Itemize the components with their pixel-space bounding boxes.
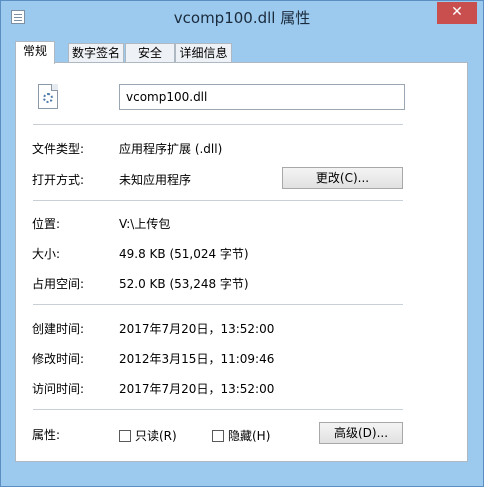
readonly-checkbox[interactable]: 只读(R) <box>119 427 177 444</box>
open-with-label: 打开方式: <box>32 173 85 187</box>
size-on-disk-value: 52.0 KB (53,248 字节) <box>119 277 249 291</box>
dll-file-icon <box>38 84 58 109</box>
file-type-value: 应用程序扩展 (.dll) <box>119 142 223 156</box>
modified-value: 2012年3月15日，11:09:46 <box>119 352 275 366</box>
properties-window: vcomp100.dll 属性 ✕ 常规 数字签名 安全 详细信息 文件类型: … <box>0 0 484 487</box>
modified-label: 修改时间: <box>32 352 85 366</box>
general-panel: 文件类型: 应用程序扩展 (.dll) 打开方式: 未知应用程序 更改(C)..… <box>15 62 468 462</box>
separator <box>33 200 403 201</box>
separator <box>33 124 403 125</box>
close-button[interactable]: ✕ <box>437 2 477 24</box>
tab-general[interactable]: 常规 <box>15 41 55 64</box>
hidden-checkbox-box[interactable] <box>212 429 224 442</box>
size-value: 49.8 KB (51,024 字节) <box>119 247 249 261</box>
advanced-button[interactable]: 高级(D)... <box>319 422 403 444</box>
size-on-disk-label: 占用空间: <box>32 277 85 291</box>
hidden-checkbox[interactable]: 隐藏(H) <box>212 427 270 444</box>
size-label: 大小: <box>32 247 61 261</box>
filename-field[interactable] <box>119 84 405 110</box>
attributes-label: 属性: <box>32 428 61 442</box>
readonly-checkbox-box[interactable] <box>119 429 131 442</box>
tab-details[interactable]: 详细信息 <box>175 43 232 63</box>
close-icon: ✕ <box>451 4 463 20</box>
accessed-label: 访问时间: <box>32 382 85 396</box>
change-button[interactable]: 更改(C)... <box>282 167 403 189</box>
tab-security[interactable]: 安全 <box>125 43 175 63</box>
file-type-label: 文件类型: <box>32 142 85 156</box>
accessed-value: 2017年7月20日，13:52:00 <box>119 382 275 396</box>
tab-digital-signatures[interactable]: 数字签名 <box>68 43 124 63</box>
created-value: 2017年7月20日，13:52:00 <box>119 322 275 336</box>
readonly-label: 只读(R) <box>135 429 177 443</box>
location-value: V:\上传包 <box>119 217 171 231</box>
open-with-value: 未知应用程序 <box>119 173 192 187</box>
separator <box>33 304 403 305</box>
title-bar[interactable]: vcomp100.dll 属性 ✕ <box>1 1 483 33</box>
hidden-label: 隐藏(H) <box>228 429 271 443</box>
location-label: 位置: <box>32 217 61 231</box>
window-title: vcomp100.dll 属性 <box>173 9 311 27</box>
separator <box>33 409 403 410</box>
created-label: 创建时间: <box>32 322 85 336</box>
gear-icon <box>43 93 53 103</box>
